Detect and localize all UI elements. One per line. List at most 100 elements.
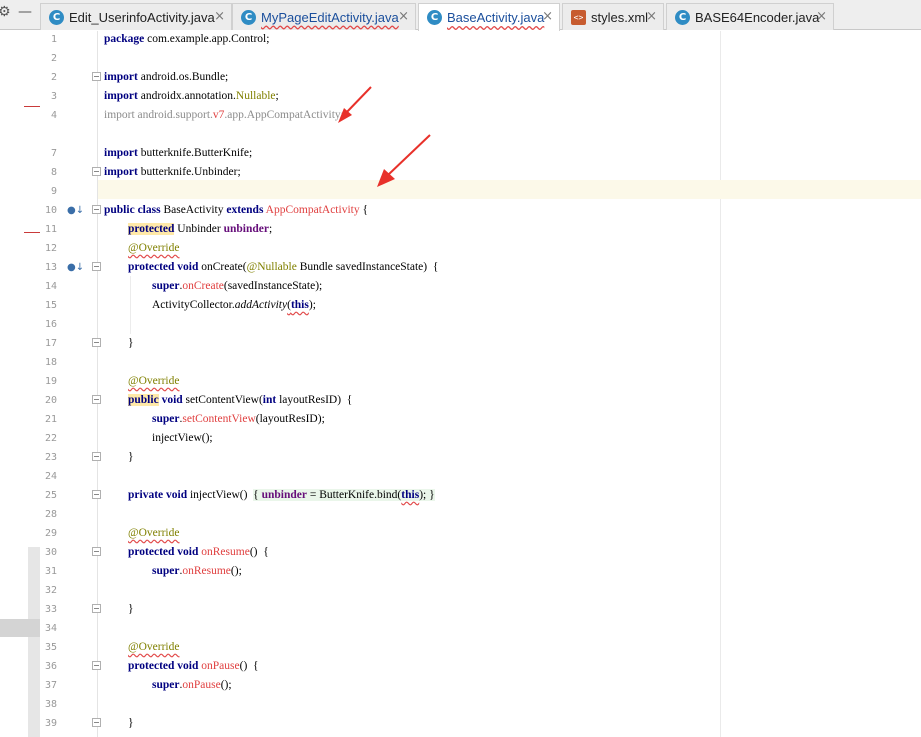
close-icon[interactable]: × — [214, 9, 225, 24]
line-number: 11 — [44, 224, 57, 235]
java-class-icon: C — [675, 9, 690, 25]
line-number: 35 — [44, 642, 57, 653]
line-number: 30 — [44, 547, 57, 558]
line-number: 38 — [44, 699, 57, 710]
code-editor[interactable] — [98, 31, 921, 737]
line-number: 29 — [44, 528, 57, 539]
left-scroll-region — [28, 547, 40, 737]
code-line-30: protected void onResume() { — [128, 546, 269, 558]
code-line-23: } — [128, 451, 134, 463]
current-line-highlight — [98, 180, 921, 199]
line-number: 25 — [44, 490, 57, 501]
line-number: 22 — [44, 433, 57, 444]
code-line-1: package com.example.app.Control; — [104, 33, 270, 45]
java-class-icon: C — [49, 9, 64, 25]
line-number: 31 — [44, 566, 57, 577]
close-icon[interactable]: × — [816, 9, 827, 24]
red-arrow-annotation — [377, 134, 431, 187]
close-icon[interactable]: × — [398, 9, 409, 24]
fold-marker[interactable] — [92, 547, 101, 556]
line-number: 24 — [44, 471, 57, 482]
tab-edit-userinfo-activity[interactable]: C Edit_UserinfoActivity.java × — [40, 3, 232, 30]
code-line-12: @Override — [128, 242, 180, 254]
line-number: 28 — [44, 509, 57, 520]
fold-marker[interactable] — [92, 395, 101, 404]
line-number: 8 — [50, 167, 57, 178]
red-arrow-annotation — [338, 86, 372, 123]
code-line-37: super.onPause(); — [152, 679, 232, 691]
line-number: 10 — [44, 205, 57, 216]
fold-marker[interactable] — [92, 338, 101, 347]
line-number: 21 — [44, 414, 57, 425]
line-number: 18 — [44, 357, 57, 368]
line-number: 33 — [44, 604, 57, 615]
code-line-33: } — [128, 603, 134, 615]
line-number: 1 — [50, 34, 57, 45]
line-number: 23 — [44, 452, 57, 463]
line-number: 19 — [44, 376, 57, 387]
right-margin-guide — [720, 31, 721, 737]
change-marker — [24, 232, 40, 233]
line-number: 37 — [44, 680, 57, 691]
code-line-10: public class BaseActivity extends AppCom… — [104, 204, 368, 216]
line-number: 20 — [44, 395, 57, 406]
line-number: 34 — [44, 623, 57, 634]
code-line-5: import android.support.v7.app.AppCompatA… — [104, 109, 344, 121]
fold-marker[interactable] — [92, 604, 101, 613]
line-number: 16 — [44, 319, 57, 330]
line-number: 32 — [44, 585, 57, 596]
code-line-19: @Override — [128, 375, 180, 387]
xml-file-icon: <> — [571, 9, 586, 25]
line-number: 15 — [44, 300, 57, 311]
tab-mypage-edit-activity[interactable]: C MyPageEditActivity.java × — [232, 3, 416, 30]
code-line-35: @Override — [128, 641, 180, 653]
close-icon[interactable]: × — [542, 9, 553, 24]
line-number: 4 — [50, 110, 57, 121]
fold-marker[interactable] — [92, 167, 101, 176]
code-line-14: super.onCreate(savedInstanceState); — [152, 280, 323, 292]
tab-label: styles.xml — [591, 9, 649, 25]
java-class-icon: C — [427, 10, 442, 25]
tab-label: MyPageEditActivity.java — [261, 9, 399, 25]
minimize-icon[interactable]: — — [18, 4, 32, 20]
code-line-8: import butterknife.Unbinder; — [104, 166, 241, 178]
line-number: 9 — [50, 186, 57, 197]
close-icon[interactable]: × — [646, 9, 657, 24]
left-selection-marker — [0, 619, 40, 637]
tab-label: BASE64Encoder.java — [695, 9, 820, 25]
fold-marker[interactable] — [92, 718, 101, 727]
line-number: 7 — [50, 148, 57, 159]
code-line-17: } — [128, 337, 134, 349]
fold-marker[interactable] — [92, 452, 101, 461]
code-line-21: super.setContentView(layoutResID); — [152, 413, 325, 425]
fold-marker[interactable] — [92, 490, 101, 499]
code-line-22: injectView(); — [152, 432, 213, 444]
code-line-4: import androidx.annotation.Nullable; — [104, 90, 279, 102]
java-class-icon: C — [241, 9, 256, 25]
tab-base-activity[interactable]: C BaseActivity.java × — [418, 3, 560, 31]
fold-marker[interactable] — [92, 262, 101, 271]
code-line-13: protected void onCreate(@Nullable Bundle… — [128, 261, 439, 273]
code-line-15: ActivityCollector.addActivity(this); — [152, 299, 316, 311]
line-number: 3 — [50, 91, 57, 102]
line-number: 14 — [44, 281, 57, 292]
fold-marker[interactable] — [92, 661, 101, 670]
line-number: 2 — [50, 53, 57, 64]
code-line-7: import butterknife.ButterKnife; — [104, 147, 253, 159]
override-method-icon[interactable]: ●↓ — [67, 201, 84, 220]
fold-marker[interactable] — [92, 72, 101, 81]
tab-base64-encoder[interactable]: C BASE64Encoder.java × — [666, 3, 834, 30]
code-line-39: } — [128, 717, 134, 729]
tab-label: BaseActivity.java — [447, 10, 545, 25]
tab-label: Edit_UserinfoActivity.java — [69, 9, 215, 25]
override-method-icon[interactable]: ●↓ — [67, 258, 84, 277]
settings-gear-icon[interactable]: ⚙ — [0, 4, 11, 20]
code-line-25: private void injectView() { unbinder = B… — [128, 489, 435, 501]
line-number: 17 — [44, 338, 57, 349]
tab-styles-xml[interactable]: <> styles.xml × — [562, 3, 664, 30]
line-number: 12 — [44, 243, 57, 254]
code-line-20: public void setContentView(int layoutRes… — [128, 394, 353, 406]
indent-guide — [130, 276, 131, 334]
change-marker — [24, 106, 40, 107]
fold-marker[interactable] — [92, 205, 101, 214]
